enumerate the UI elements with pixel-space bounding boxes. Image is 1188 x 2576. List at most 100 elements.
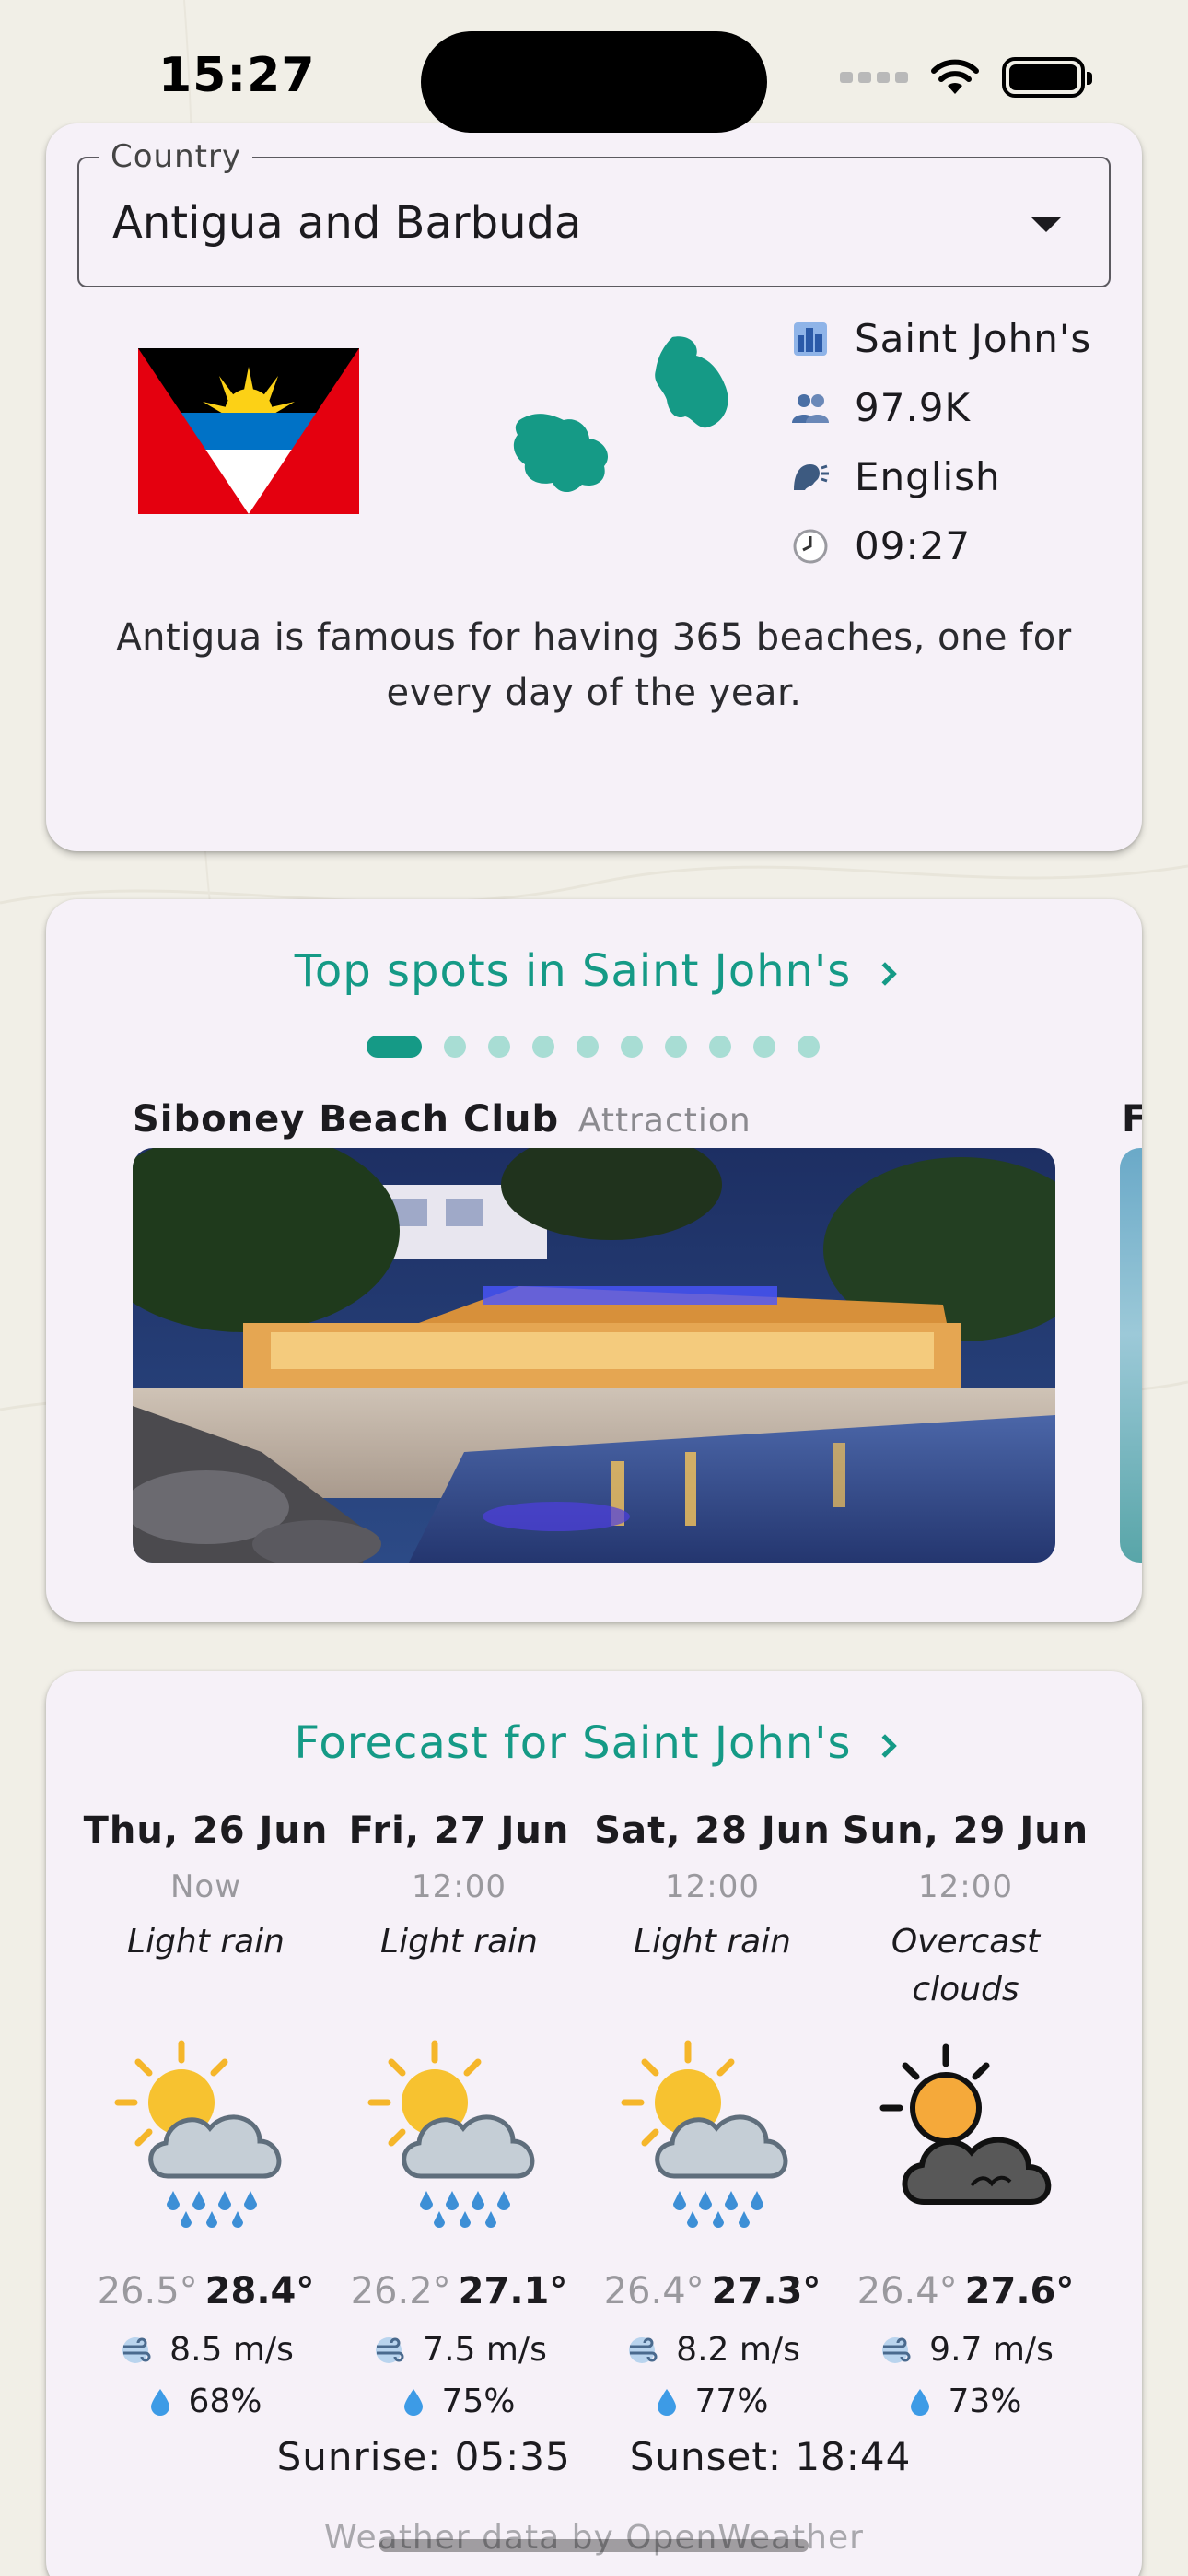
wind-row: 9.7 m/s: [839, 2331, 1092, 2369]
forecast-condition: Light rain: [634, 1923, 791, 1961]
dropdown-arrow-icon: [1031, 217, 1061, 232]
wind-speed: 9.7 m/s: [929, 2331, 1054, 2369]
next-spot-name-peek: F: [1122, 1098, 1142, 1141]
humidity-row: 73%: [839, 2383, 1092, 2420]
humidity-row: 77%: [586, 2383, 839, 2420]
forecast-condition: Overcast clouds: [891, 1923, 1041, 2008]
country-select-value: Antigua and Barbuda: [112, 197, 582, 249]
page-dot[interactable]: [488, 1036, 510, 1058]
forecast-date: Sun, 29 Jun: [842, 1809, 1089, 1852]
sun-rain-icon: [114, 2040, 282, 2228]
humidity-value: 75%: [441, 2383, 516, 2420]
forecast-temps: 26.4° 27.6°: [839, 2270, 1092, 2313]
wind-icon: [629, 2336, 658, 2363]
humidity-value: 77%: [694, 2383, 769, 2420]
country-select[interactable]: Country Antigua and Barbuda: [77, 138, 1111, 287]
page-dot[interactable]: [577, 1036, 599, 1058]
page-dot[interactable]: [709, 1036, 731, 1058]
forecast-day: Sun, 29 Jun 12:00 Overcast clouds 26.4° 2…: [839, 1809, 1092, 2436]
forecast-condition: Light rain: [380, 1923, 538, 1961]
spot-header: Siboney Beach Club Attraction: [133, 1098, 751, 1141]
country-facts: Saint John's 97.9K English 09:27: [790, 304, 1091, 580]
country-select-label: Country: [99, 138, 253, 175]
population-text: 97.9K: [855, 385, 972, 430]
spot-photo[interactable]: [133, 1148, 1055, 1563]
language-text: English: [855, 454, 1001, 499]
droplet-icon: [151, 2388, 170, 2416]
chevron-right-icon: [873, 1734, 898, 1758]
capital-text: Saint John's: [855, 316, 1092, 361]
status-time: 15:27: [158, 48, 316, 103]
forecast-temps: 26.5° 28.4°: [79, 2270, 332, 2313]
forecast-date: Sat, 28 Jun: [594, 1809, 831, 1852]
local-time-text: 09:27: [855, 523, 972, 568]
sun-times: Sunrise: 05:35 Sunset: 18:44: [46, 2434, 1142, 2479]
temp-max: 28.4°: [204, 2270, 315, 2313]
country-outline-map: [513, 336, 728, 493]
top-spots-title-link[interactable]: Top spots in Saint John's: [46, 945, 1142, 997]
forecast-date: Fri, 27 Jun: [348, 1809, 570, 1852]
language-row: English: [790, 442, 1091, 511]
forecast-temps: 26.2° 27.1°: [332, 2270, 586, 2313]
population-icon: [790, 388, 831, 428]
wind-speed: 8.5 m/s: [169, 2331, 294, 2369]
next-spot-photo[interactable]: [1120, 1148, 1142, 1563]
droplet-icon: [404, 2388, 424, 2416]
home-indicator[interactable]: [379, 2539, 809, 2552]
temp-max: 27.3°: [711, 2270, 821, 2313]
wind-icon: [882, 2336, 911, 2363]
chevron-right-icon: [873, 962, 897, 986]
page-dot[interactable]: [444, 1036, 466, 1058]
status-bar: 15:27: [0, 0, 1188, 138]
temp-min: 26.4°: [856, 2270, 958, 2313]
page-dot[interactable]: [621, 1036, 643, 1058]
humidity-row: 68%: [79, 2383, 332, 2420]
forecast-condition: Light rain: [127, 1923, 285, 1961]
local-time-row: 09:27: [790, 511, 1091, 580]
droplet-icon: [658, 2388, 677, 2416]
humidity-row: 75%: [332, 2383, 586, 2420]
forecast-day: Thu, 26 Jun Now Light rain 26.5° 28.4° 8.…: [79, 1809, 332, 2436]
status-icons: [840, 57, 1092, 98]
temp-max: 27.1°: [458, 2270, 568, 2313]
forecast-time: 12:00: [665, 1868, 760, 1905]
forecast-day: Sat, 28 Jun 12:00 Light rain 26.4° 27.3° …: [586, 1809, 839, 2436]
capital-row: Saint John's: [790, 304, 1091, 373]
sun-clouds-icon: [879, 2043, 1052, 2205]
spot-name: Siboney Beach Club: [133, 1098, 560, 1141]
language-icon: [790, 457, 831, 498]
temp-min: 26.2°: [350, 2270, 451, 2313]
clock-icon: [790, 526, 831, 567]
forecast-temps: 26.4° 27.3°: [586, 2270, 839, 2313]
page-dot[interactable]: [532, 1036, 554, 1058]
wind-row: 8.5 m/s: [79, 2331, 332, 2369]
page-dot[interactable]: [753, 1036, 775, 1058]
forecast-card: Forecast for Saint John's Thu, 26 Jun No…: [46, 1671, 1142, 2576]
dynamic-island: [421, 31, 767, 133]
page-dot[interactable]: [665, 1036, 687, 1058]
wind-row: 7.5 m/s: [332, 2331, 586, 2369]
wifi-icon: [931, 59, 979, 94]
temp-min: 26.4°: [603, 2270, 705, 2313]
country-flag: [138, 348, 359, 514]
top-spots-card: Top spots in Saint John's Siboney Beach …: [46, 899, 1142, 1622]
sun-rain-icon: [621, 2040, 788, 2228]
forecast-title: Forecast for Saint John's: [294, 1717, 852, 1769]
forecast-title-link[interactable]: Forecast for Saint John's: [46, 1717, 1142, 1769]
city-icon: [790, 319, 831, 359]
forecast-day: Fri, 27 Jun 12:00 Light rain 26.2° 27.1° …: [332, 1809, 586, 2436]
forecast-days: Thu, 26 Jun Now Light rain 26.5° 28.4° 8.…: [79, 1809, 1111, 2436]
humidity-value: 68%: [188, 2383, 262, 2420]
page-dot[interactable]: [798, 1036, 820, 1058]
page-dot-active[interactable]: [367, 1036, 422, 1058]
temp-max: 27.6°: [964, 2270, 1075, 2313]
sunrise-time: Sunrise: 05:35: [276, 2434, 571, 2479]
wind-icon: [122, 2336, 151, 2363]
droplet-icon: [911, 2388, 930, 2416]
cellular-signal-icon: [840, 72, 908, 83]
humidity-value: 73%: [948, 2383, 1022, 2420]
wind-icon: [376, 2336, 404, 2363]
battery-icon: [1002, 57, 1092, 98]
sunset-time: Sunset: 18:44: [629, 2434, 912, 2479]
spot-type: Attraction: [577, 1102, 751, 1140]
